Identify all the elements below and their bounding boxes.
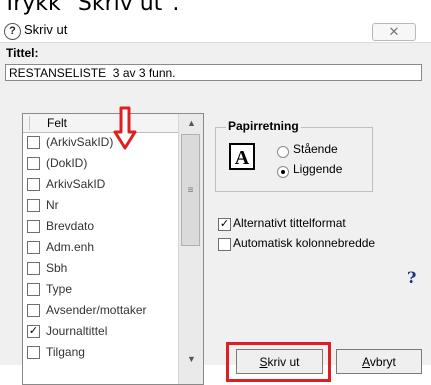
list-item[interactable]: Brevdato <box>23 217 178 237</box>
instruction-caption: Trykk "Skriv ut". <box>3 0 180 16</box>
list-item-checkbox[interactable] <box>27 262 40 275</box>
list-item-label: Avsender/mottaker <box>46 303 147 317</box>
title-bar: ? Skriv ut ✕ <box>0 20 431 43</box>
down-arrow-icon <box>113 106 137 150</box>
list-item-checkbox[interactable]: ✓ <box>27 325 40 338</box>
list-item[interactable]: Sbh <box>23 259 178 279</box>
list-item-checkbox[interactable] <box>27 157 40 170</box>
list-item-label: (DokID) <box>46 156 88 170</box>
list-item-label: Type <box>46 282 73 296</box>
list-item-label: Journaltittel <box>46 324 108 338</box>
list-item-checkbox[interactable] <box>27 283 40 296</box>
list-item-label: ArkivSakID <box>46 177 106 191</box>
list-item-label: Sbh <box>46 261 68 275</box>
window-title: Skriv ut <box>24 22 68 37</box>
list-item[interactable]: ArkivSakID <box>23 175 178 195</box>
list-item[interactable]: (DokID) <box>23 154 178 174</box>
list-item-checkbox[interactable] <box>27 304 40 317</box>
list-header-label: Felt <box>47 116 68 130</box>
list-item-checkbox[interactable] <box>27 346 40 359</box>
list-item-label: Nr <box>46 198 59 212</box>
help-question-icon: ? <box>4 23 21 40</box>
scroll-down-icon[interactable]: ▼ <box>179 350 203 368</box>
radio-liggende-label: Liggende <box>293 162 343 176</box>
help-icon[interactable]: ? <box>407 268 416 287</box>
alt-title-label: Alternativt tittelformat <box>233 216 346 230</box>
list-item[interactable]: Adm.enh <box>23 238 178 258</box>
list-item-checkbox[interactable] <box>27 241 40 254</box>
list-header[interactable]: Felt <box>23 114 178 133</box>
list-item[interactable]: Tilgang <box>23 343 178 363</box>
close-icon: ✕ <box>388 24 400 39</box>
radio-liggende[interactable] <box>277 166 289 178</box>
papirretning-title: Papirretning <box>226 119 301 133</box>
print-dialog: ? Skriv ut ✕ Tittel: RESTANSELISTE 3 av … <box>0 20 431 385</box>
vertical-scrollbar[interactable]: ▲ ≡ ▼ <box>178 114 203 384</box>
cancel-button[interactable]: Avbryt <box>336 349 422 374</box>
close-button[interactable]: ✕ <box>372 23 416 41</box>
alt-title-checkbox[interactable]: ✓ <box>218 218 231 231</box>
auto-width-label: Automatisk kolonnebredde <box>233 236 376 250</box>
field-list[interactable]: Felt (ArkivSakID) (DokID) ArkivSakID Nr Brev… <box>22 113 204 385</box>
list-item-checkbox[interactable] <box>27 136 40 149</box>
tittel-input[interactable]: RESTANSELISTE 3 av 3 funn. <box>5 64 422 81</box>
cancel-accel: A <box>362 355 370 369</box>
list-item-checkbox[interactable] <box>27 178 40 191</box>
scroll-thumb[interactable]: ≡ <box>181 134 200 246</box>
cancel-label: vbryt <box>369 355 396 369</box>
auto-width-checkbox[interactable] <box>218 238 231 251</box>
page-orientation-icon: A <box>229 143 255 170</box>
list-item-label: Brevdato <box>46 219 95 233</box>
list-item[interactable]: (ArkivSakID) <box>23 133 178 153</box>
list-item[interactable]: Nr <box>23 196 178 216</box>
highlight-box <box>226 342 331 382</box>
list-item[interactable]: Avsender/mottaker <box>23 301 178 321</box>
list-item-checkbox[interactable] <box>27 199 40 212</box>
radio-staende-label: Stående <box>293 142 338 156</box>
list-item[interactable]: ✓ Journaltittel <box>23 322 178 342</box>
list-item[interactable]: Type <box>23 280 178 300</box>
list-item-label: Adm.enh <box>46 240 95 254</box>
tittel-label: Tittel: <box>6 46 39 60</box>
scroll-up-icon[interactable]: ▲ <box>179 114 203 132</box>
header-separator <box>29 116 30 130</box>
radio-staende[interactable] <box>277 146 289 158</box>
list-item-label: Tilgang <box>46 345 85 359</box>
radio-selected-dot <box>281 170 285 174</box>
list-item-checkbox[interactable] <box>27 220 40 233</box>
list-item-label: (ArkivSakID) <box>46 135 114 149</box>
